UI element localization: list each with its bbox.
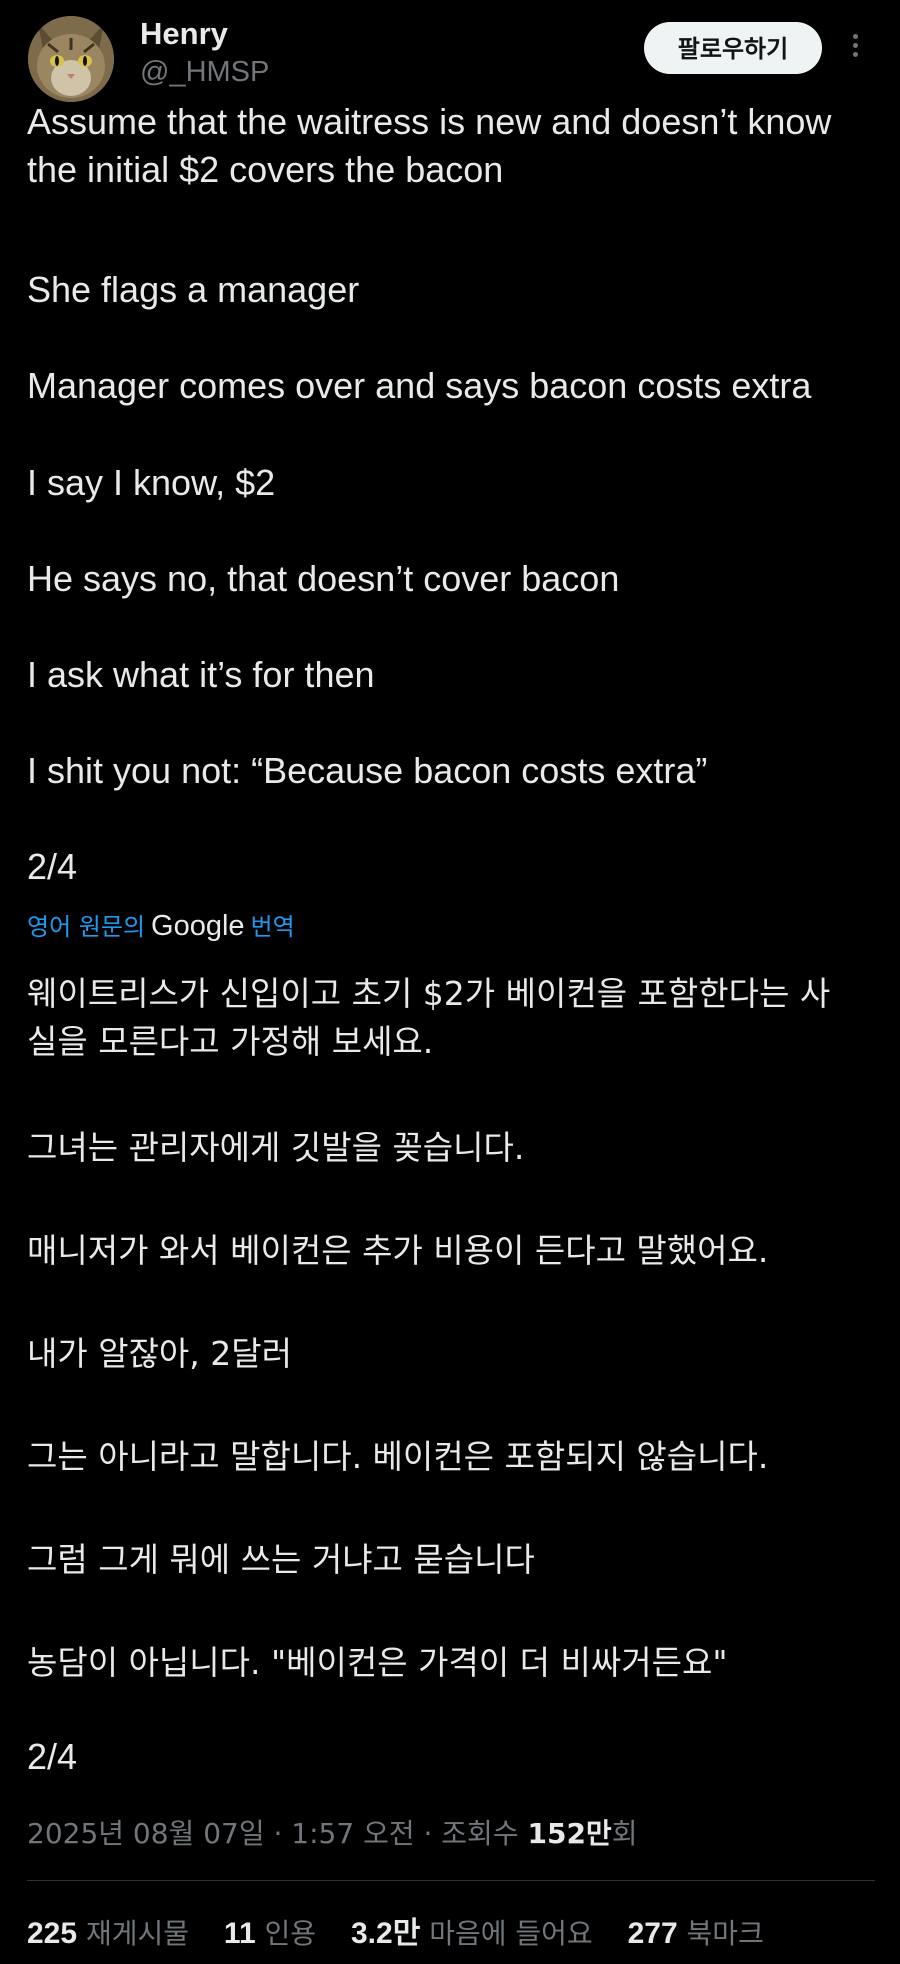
- translated-line: 내가 알잖아, 2달러: [27, 1334, 292, 1373]
- translated-line: 그는 아니라고 말합니다. 베이컨은 포함되지 않습니다.: [27, 1437, 769, 1476]
- bookmarks-label: 북마크: [686, 1917, 764, 1950]
- more-options-icon[interactable]: [842, 30, 868, 70]
- quotes-stat[interactable]: 11 인용: [224, 1917, 316, 1950]
- follow-button[interactable]: 팔로우하기: [644, 22, 822, 74]
- translated-line: 2/4: [27, 1736, 78, 1777]
- tweet-meta: 2025년 08월 07일 · 1:57 오전 · 조회수 152만회: [27, 1812, 637, 1852]
- tweet-original-text: Assume that the waitress is new and does…: [27, 98, 877, 194]
- reposts-label: 재게시물: [85, 1917, 190, 1950]
- likes-label: 마음에 들어요: [429, 1917, 593, 1950]
- tweet-header: Henry @_HMSP 팔로우하기: [0, 0, 900, 102]
- tweet-line: She flags a manager: [27, 269, 360, 310]
- tweet-date-time[interactable]: 2025년 08월 07일 · 1:57 오전 · 조회수: [27, 1817, 527, 1850]
- google-logo: Google: [151, 910, 245, 942]
- quotes-label: 인용: [264, 1917, 317, 1950]
- translated-line: 그럼 그게 뭐에 쓰는 거냐고 묻습니다: [27, 1540, 535, 1579]
- cat-avatar-icon: [28, 16, 114, 102]
- tweet-stats: 225 재게시물 11 인용 3.2만 마음에 들어요 277 북마크: [27, 1908, 790, 1952]
- view-count: 152만: [527, 1817, 612, 1850]
- translated-line: 웨이트리스가 신입이고 초기 $2가 베이컨을 포함한다는 사실을 모른다고 가…: [27, 974, 831, 1061]
- tweet-line: 2/4: [27, 846, 78, 887]
- translated-line: 그녀는 관리자에게 깃발을 꽂습니다.: [27, 1128, 525, 1167]
- tweet-line: I ask what it’s for then: [27, 654, 375, 695]
- translated-line: 농담이 아닙니다. "베이컨은 가격이 더 비싸거든요": [27, 1643, 728, 1682]
- translation-suffix: 번역: [250, 913, 295, 941]
- bookmarks-stat[interactable]: 277 북마크: [628, 1917, 764, 1950]
- translation-attribution[interactable]: 영어 원문의 Google 번역: [27, 907, 295, 943]
- divider: [27, 1880, 875, 1881]
- avatar[interactable]: [28, 16, 114, 102]
- view-count-suffix: 회: [611, 1817, 638, 1850]
- reposts-stat[interactable]: 225 재게시물: [27, 1917, 189, 1950]
- quotes-count: 11: [223, 1917, 256, 1950]
- likes-stat[interactable]: 3.2만 마음에 들어요: [351, 1917, 593, 1950]
- tweet-line: I say I know, $2: [27, 462, 276, 503]
- translated-line: 매니저가 와서 베이컨은 추가 비용이 든다고 말했어요.: [27, 1231, 769, 1270]
- tweet-line: Assume that the waitress is new and does…: [27, 101, 832, 190]
- tweet-line: I shit you not: “Because bacon costs ext…: [27, 750, 708, 791]
- likes-count: 3.2만: [350, 1917, 421, 1950]
- tweet-line: He says no, that doesn’t cover bacon: [27, 558, 620, 599]
- tweet-line: Manager comes over and says bacon costs …: [27, 365, 812, 406]
- author-handle[interactable]: @_HMSP: [140, 56, 269, 89]
- author-name[interactable]: Henry: [140, 16, 228, 52]
- translation-prefix: 영어 원문의: [27, 913, 146, 941]
- reposts-count: 225: [27, 1917, 78, 1950]
- bookmarks-count: 277: [627, 1917, 678, 1950]
